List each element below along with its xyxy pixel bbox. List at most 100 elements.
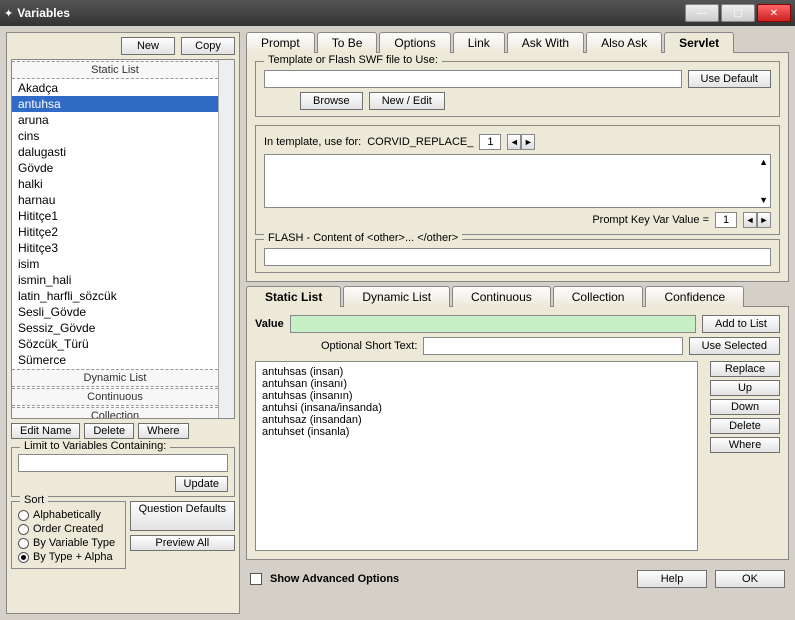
value-where-button[interactable]: Where — [710, 437, 780, 453]
limit-group: Limit to Variables Containing: Update — [11, 447, 235, 497]
list-item[interactable]: Sümerce — [12, 352, 218, 368]
tab-tobe[interactable]: To Be — [317, 32, 378, 53]
tab-servlet[interactable]: Servlet — [664, 32, 734, 53]
tab-prompt[interactable]: Prompt — [246, 32, 315, 53]
section-collection: Collection — [12, 407, 218, 419]
mid-tabstrip: Static List Dynamic List Continuous Coll… — [246, 286, 789, 307]
new-edit-button[interactable]: New / Edit — [369, 92, 445, 110]
new-button[interactable]: New — [121, 37, 175, 55]
spin-left-icon[interactable]: ◄ — [507, 134, 521, 150]
browse-button[interactable]: Browse — [300, 92, 363, 110]
sort-type-radio[interactable]: By Variable Type — [18, 536, 119, 550]
intemplate-group: In template, use for: CORVID_REPLACE_ 1 … — [255, 125, 780, 235]
spin-right-icon[interactable]: ► — [521, 134, 535, 150]
list-item[interactable]: cins — [12, 128, 218, 144]
value-item[interactable]: antuhsan (insanı) — [260, 378, 693, 390]
promptkey-label: Prompt Key Var Value = — [592, 214, 709, 226]
value-listbox[interactable]: antuhsas (insan)antuhsan (insanı)antuhsa… — [255, 361, 698, 551]
use-selected-button[interactable]: Use Selected — [689, 337, 780, 355]
value-item[interactable]: antuhsaz (insandan) — [260, 414, 693, 426]
shorttext-label: Optional Short Text: — [321, 340, 417, 352]
bottom-row: Show Advanced Options Help OK — [246, 564, 789, 588]
list-item[interactable]: aruna — [12, 112, 218, 128]
use-default-button[interactable]: Use Default — [688, 70, 771, 88]
tab-confidence[interactable]: Confidence — [645, 286, 744, 307]
maximize-button[interactable]: ▢ — [721, 4, 755, 22]
list-item[interactable]: isim — [12, 256, 218, 272]
flash-content-input[interactable] — [264, 248, 771, 266]
replace-button[interactable]: Replace — [710, 361, 780, 377]
list-item[interactable]: Sesli_Gövde — [12, 304, 218, 320]
down-button[interactable]: Down — [710, 399, 780, 415]
section-dynamic-list: Dynamic List — [12, 369, 218, 387]
scrollbar[interactable] — [218, 60, 234, 418]
template-path-input[interactable] — [264, 70, 682, 88]
shorttext-input[interactable] — [423, 337, 682, 355]
tab-static-list[interactable]: Static List — [246, 286, 341, 307]
servlet-tab-body: Template or Flash SWF file to Use: Use D… — [246, 52, 789, 282]
app-icon: ✦ — [4, 7, 13, 20]
value-item[interactable]: antuhsas (insanın) — [260, 390, 693, 402]
copy-button[interactable]: Copy — [181, 37, 235, 55]
list-item[interactable]: Akadça — [12, 80, 218, 96]
template-group: Template or Flash SWF file to Use: Use D… — [255, 61, 780, 117]
delete-variable-button[interactable]: Delete — [84, 423, 134, 439]
where-button[interactable]: Where — [138, 423, 188, 439]
promptkey-right-icon[interactable]: ► — [757, 212, 771, 228]
left-panel: New Copy Static ListAkadçaantuhsaarunaci… — [6, 32, 240, 614]
up-button[interactable]: Up — [710, 380, 780, 396]
tab-dynamic-list[interactable]: Dynamic List — [343, 286, 450, 307]
preview-all-button[interactable]: Preview All — [130, 535, 235, 551]
tab-collection[interactable]: Collection — [553, 286, 644, 307]
list-item[interactable]: Sözcük_Türü — [12, 336, 218, 352]
list-item[interactable]: Hititçe1 — [12, 208, 218, 224]
list-item[interactable]: Hititçe2 — [12, 224, 218, 240]
value-item[interactable]: antuhsi (insana/insanda) — [260, 402, 693, 414]
promptkey-left-icon[interactable]: ◄ — [743, 212, 757, 228]
tab-continuous[interactable]: Continuous — [452, 286, 551, 307]
value-item[interactable]: antuhsas (insan) — [260, 366, 693, 378]
value-item[interactable]: antuhset (insanla) — [260, 426, 693, 438]
tab-options[interactable]: Options — [379, 32, 450, 53]
list-item[interactable]: harnau — [12, 192, 218, 208]
list-item[interactable]: Hititçe3 — [12, 240, 218, 256]
show-advanced-checkbox[interactable] — [250, 573, 262, 585]
sort-order-radio[interactable]: Order Created — [18, 522, 119, 536]
add-to-list-button[interactable]: Add to List — [702, 315, 780, 333]
list-item[interactable]: Gövde — [12, 160, 218, 176]
list-item[interactable]: halki — [12, 176, 218, 192]
help-button[interactable]: Help — [637, 570, 707, 588]
ok-button[interactable]: OK — [715, 570, 785, 588]
list-item[interactable]: dalugasti — [12, 144, 218, 160]
sort-legend: Sort — [20, 494, 48, 506]
limit-label: Limit to Variables Containing: — [20, 440, 170, 452]
edit-name-button[interactable]: Edit Name — [11, 423, 80, 439]
close-button[interactable]: ✕ — [757, 4, 791, 22]
limit-input[interactable] — [18, 454, 228, 472]
list-item[interactable]: latin_harfli_sözcük — [12, 288, 218, 304]
tab-alsoask[interactable]: Also Ask — [586, 32, 662, 53]
replace-index[interactable]: 1 — [479, 134, 501, 150]
question-defaults-button[interactable]: Question Defaults — [130, 501, 235, 531]
right-panel: Prompt To Be Options Link Ask With Also … — [246, 32, 789, 614]
show-advanced-label: Show Advanced Options — [270, 573, 399, 585]
list-item[interactable]: ismin_hali — [12, 272, 218, 288]
replace-token: CORVID_REPLACE_ — [367, 136, 473, 148]
section-static-list: Static List — [12, 61, 218, 79]
variable-listbox[interactable]: Static ListAkadçaantuhsaarunacinsdalugas… — [11, 59, 235, 419]
tab-askwith[interactable]: Ask With — [507, 32, 584, 53]
value-label: Value — [255, 318, 284, 330]
section-continuous: Continuous — [12, 388, 218, 406]
template-content-textarea[interactable]: ▲▼ — [264, 154, 771, 208]
list-item[interactable]: Sessiz_Gövde — [12, 320, 218, 336]
value-delete-button[interactable]: Delete — [710, 418, 780, 434]
value-input[interactable] — [290, 315, 696, 333]
promptkey-value[interactable]: 1 — [715, 212, 737, 228]
minimize-button[interactable]: — — [685, 4, 719, 22]
update-button[interactable]: Update — [175, 476, 228, 492]
list-item[interactable]: antuhsa — [12, 96, 218, 112]
sort-alpha-radio[interactable]: Alphabetically — [18, 508, 119, 522]
sort-typealpha-radio[interactable]: By Type + Alpha — [18, 550, 119, 564]
tab-link[interactable]: Link — [453, 32, 505, 53]
sort-group: Sort Alphabetically Order Created By Var… — [11, 501, 126, 569]
